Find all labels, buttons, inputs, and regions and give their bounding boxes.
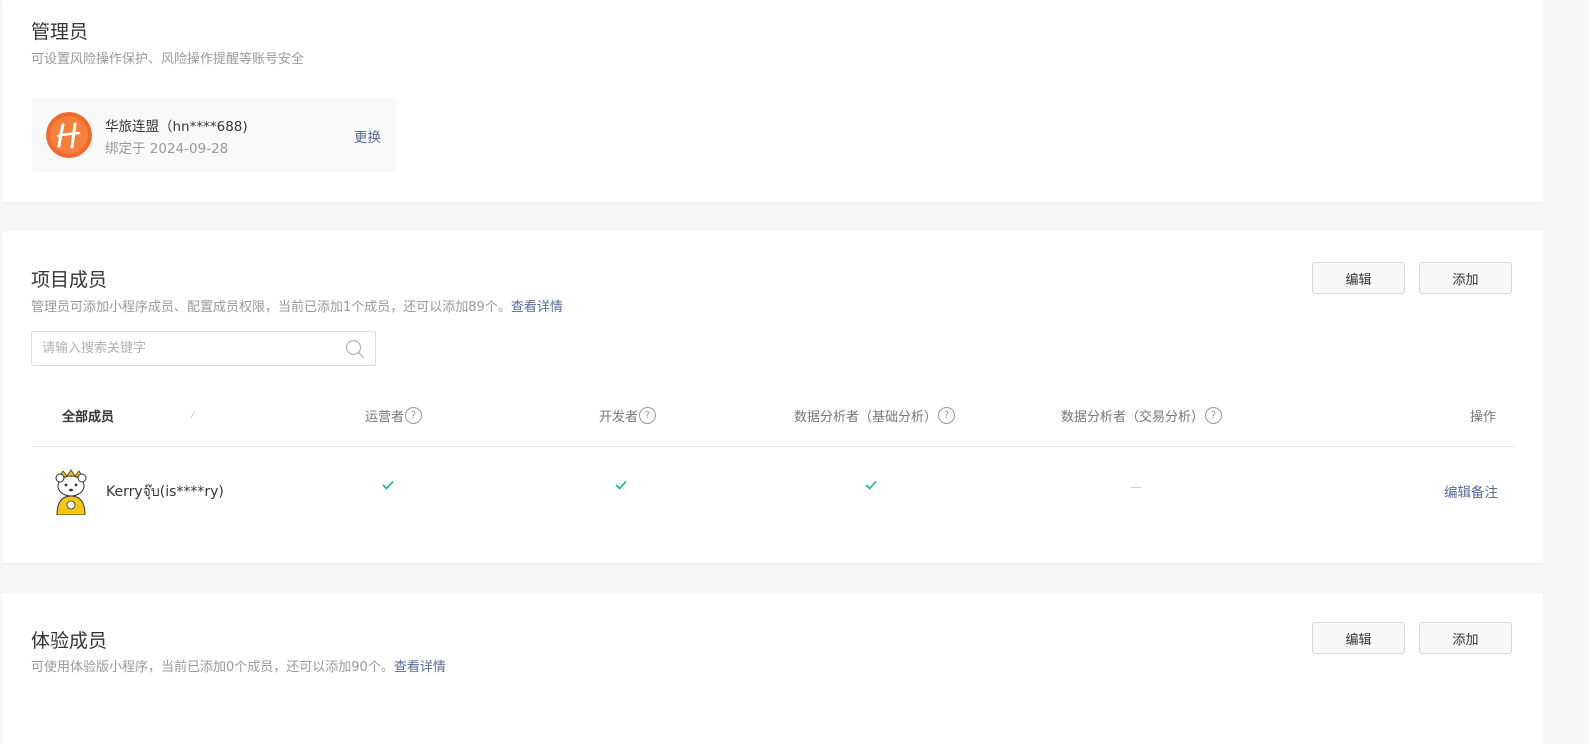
change-admin-link[interactable]: 更换	[354, 126, 381, 146]
sort-icon: ⁄	[192, 410, 194, 421]
check-icon	[865, 480, 877, 490]
actions-column-header: 操作	[1470, 410, 1497, 425]
admin-account-card: 华旅连盟（hn****688) 绑定于 2024-09-28 更换	[32, 98, 396, 172]
admin-description: 可设置风险操作保护、风险操作提醒等账号安全	[31, 52, 305, 67]
search-icon[interactable]	[345, 339, 365, 359]
project-members-description-text: 管理员可添加小程序成员、配置成员权限，当前已添加1个成员，还可以添加89个。	[31, 300, 511, 315]
all-members-filter[interactable]: 全部成员 ⁄	[62, 406, 194, 425]
no-permission-dash	[1131, 487, 1141, 488]
admin-bound-date: 绑定于 2024-09-28	[105, 141, 229, 157]
admin-section: 管理员 可设置风险操作保护、风险操作提醒等账号安全 华旅连盟（hn****688…	[2, 0, 1543, 202]
cartoon-bear-avatar-icon	[55, 469, 87, 515]
analyst-trade-header-label: 数据分析者（交易分析）	[1061, 410, 1205, 425]
experience-members-description-text: 可使用体验版小程序，当前已添加0个成员，还可以添加90个。	[31, 660, 394, 675]
member-search-input[interactable]	[32, 332, 342, 365]
project-members-description: 管理员可添加小程序成员、配置成员权限，当前已添加1个成员，还可以添加89个。查看…	[31, 296, 563, 315]
all-members-header: 全部成员	[62, 410, 115, 425]
developer-header-label: 开发者	[599, 410, 639, 425]
experience-members-description: 可使用体验版小程序，当前已添加0个成员，还可以添加90个。查看详情	[31, 656, 446, 675]
operator-column-header: 运营者?	[365, 406, 423, 425]
experience-members-title: 体验成员	[31, 630, 108, 652]
table-divider	[32, 446, 1515, 447]
experience-members-section: 体验成员 可使用体验版小程序，当前已添加0个成员，还可以添加90个。查看详情 编…	[2, 593, 1543, 744]
check-icon	[382, 480, 394, 490]
member-name: Kerryจุ๊บ(is****ry)	[106, 484, 224, 500]
project-members-details-link[interactable]: 查看详情	[511, 300, 563, 315]
edit-members-button[interactable]: 编辑	[1312, 262, 1405, 294]
operator-header-label: 运营者	[365, 410, 405, 425]
admin-title: 管理员	[31, 21, 89, 43]
project-members-section: 项目成员 管理员可添加小程序成员、配置成员权限，当前已添加1个成员，还可以添加8…	[2, 231, 1543, 563]
analyst-trade-column-header: 数据分析者（交易分析）?	[1061, 406, 1223, 425]
admin-account-name: 华旅连盟（hn****688)	[105, 119, 248, 135]
help-icon[interactable]: ?	[938, 407, 956, 424]
project-members-title: 项目成员	[31, 269, 108, 291]
help-icon[interactable]: ?	[1205, 407, 1223, 424]
edit-experience-button[interactable]: 编辑	[1312, 622, 1405, 654]
edit-note-link[interactable]: 编辑备注	[1444, 481, 1498, 501]
help-icon[interactable]: ?	[639, 407, 657, 424]
help-icon[interactable]: ?	[405, 407, 423, 424]
add-experience-button[interactable]: 添加	[1419, 622, 1512, 654]
developer-column-header: 开发者?	[599, 406, 657, 425]
check-icon	[615, 480, 627, 490]
add-members-button[interactable]: 添加	[1419, 262, 1512, 294]
member-search-box	[31, 331, 376, 366]
analyst-basic-header-label: 数据分析者（基础分析）	[794, 410, 938, 425]
experience-members-details-link[interactable]: 查看详情	[394, 660, 446, 675]
analyst-basic-column-header: 数据分析者（基础分析）?	[794, 406, 956, 425]
orange-logo-avatar-icon	[46, 112, 92, 158]
